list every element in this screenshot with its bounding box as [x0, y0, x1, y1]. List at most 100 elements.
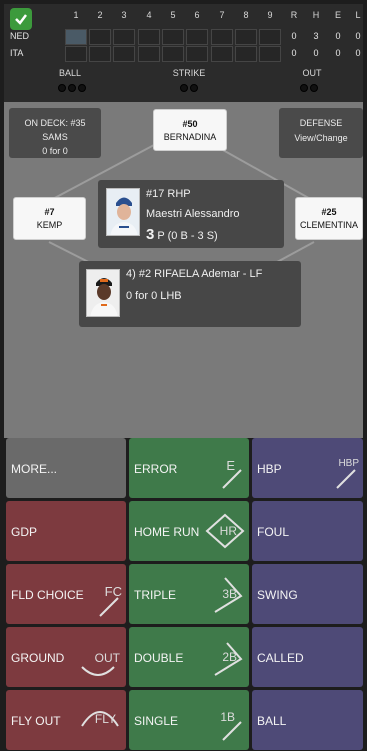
home-run-button[interactable]: HOME RUN HR: [129, 501, 249, 561]
button-label: MORE...: [11, 462, 58, 476]
inning-cell: [113, 29, 135, 45]
inning-cell: [138, 46, 160, 62]
button-label: FOUL: [257, 525, 290, 539]
field-view: ON DECK: #35 SAMS 0 for 0 #50 BERNADINA …: [4, 102, 363, 438]
single-button[interactable]: SINGLE 1B: [129, 690, 249, 750]
inning-cell: [113, 46, 135, 62]
team-name-home: ITA: [10, 48, 24, 58]
inning-cell: [186, 46, 208, 62]
inning-cell: [138, 29, 160, 45]
hr-icon: HR: [219, 524, 237, 538]
home-runs: 0: [291, 48, 297, 58]
fielder-number: #25: [321, 207, 337, 217]
ball-dot: [58, 84, 66, 92]
inning-cell: [162, 29, 184, 45]
out-indicators: [300, 84, 318, 92]
batter-card[interactable]: 4) #2 RIFAELA Ademar - LF 0 for 0 LHB: [79, 261, 301, 327]
button-label: BALL: [257, 714, 287, 728]
button-label: GDP: [11, 525, 38, 539]
error-button[interactable]: ERROR E: [129, 438, 249, 498]
ball-label: BALL: [58, 68, 82, 78]
called-button[interactable]: CALLED: [252, 627, 363, 687]
slash-icon: [222, 469, 242, 489]
third-base-fielder[interactable]: #7 KEMP: [13, 197, 86, 240]
out-label: OUT: [302, 68, 322, 78]
button-label: ERROR: [134, 462, 178, 476]
fielder-name: KEMP: [36, 220, 63, 230]
fielders-choice-button[interactable]: FLD CHOICE FC: [6, 564, 126, 624]
on-deck-box[interactable]: ON DECK: #35 SAMS 0 for 0: [9, 108, 101, 158]
strike-dot: [180, 84, 188, 92]
button-label: SWING: [257, 588, 298, 602]
fly-icon: FLY: [94, 712, 116, 726]
fielder-name: CLEMENTINA: [299, 220, 358, 230]
slash-icon: [99, 597, 119, 617]
button-label: SINGLE: [134, 714, 179, 728]
out-dot: [300, 84, 308, 92]
batter-photo: [86, 269, 120, 317]
second-base-fielder[interactable]: #50 BERNADINA: [153, 109, 227, 151]
inning-cell: [89, 46, 111, 62]
scoreboard: 1 2 3 4 5 6 7 8 9 R H E L NED ITA 0 3 0 …: [4, 4, 363, 102]
fielder-number: #50: [182, 119, 198, 129]
inning-cell: [235, 29, 257, 45]
fly-out-button[interactable]: FLY OUT FLY: [6, 690, 126, 750]
button-label: TRIPLE: [134, 588, 177, 602]
inning-cell: [162, 46, 184, 62]
pitcher-photo: [106, 188, 140, 236]
on-deck-name: SAMS: [42, 132, 68, 142]
swing-button[interactable]: SWING: [252, 564, 363, 624]
hbp-button[interactable]: HBP HBP: [252, 438, 363, 498]
triple-button[interactable]: TRIPLE 3B: [129, 564, 249, 624]
button-label: FLD CHOICE: [11, 588, 84, 602]
fielder-name: BERNADINA: [163, 132, 217, 142]
strike-indicators: [180, 84, 198, 92]
defense-action: View/Change: [294, 133, 348, 143]
button-label: HBP: [257, 462, 282, 476]
triple-icon: 3B: [222, 587, 237, 601]
foul-button[interactable]: FOUL: [252, 501, 363, 561]
first-base-fielder[interactable]: #25 CLEMENTINA: [295, 197, 363, 240]
pitch-count: 3: [146, 226, 155, 243]
on-deck-stat: 0 for 0: [42, 146, 68, 156]
double-icon: 2B: [222, 650, 237, 664]
rhe-header: R H E L: [4, 10, 363, 24]
home-hits: 0: [313, 48, 319, 58]
pitcher-card[interactable]: #17 RHP Maestri Alessandro 3 P (0 B - 3 …: [98, 180, 284, 248]
lob-header: L: [355, 10, 361, 20]
button-label: DOUBLE: [134, 651, 184, 665]
inning-cell: [89, 29, 111, 45]
batter-lineup: 4) #2 RIFAELA Ademar - LF: [126, 268, 263, 280]
batter-stat: 0 for 0 LHB: [126, 290, 182, 302]
inning-cell: [235, 46, 257, 62]
strike-dot: [190, 84, 198, 92]
on-deck-title: ON DECK: #35: [24, 118, 86, 128]
double-button[interactable]: DOUBLE 2B: [129, 627, 249, 687]
defense-title: DEFENSE: [299, 118, 343, 128]
button-label: HOME RUN: [134, 525, 200, 539]
fielder-number: #7: [44, 207, 55, 217]
slash-icon: [336, 469, 356, 489]
out-dot: [310, 84, 318, 92]
defense-button[interactable]: DEFENSE View/Change: [279, 108, 363, 158]
ground-out-button[interactable]: GROUND OUT: [6, 627, 126, 687]
ball-indicators: [58, 84, 86, 92]
inning-cell: [211, 29, 233, 45]
inning-cell: [259, 46, 281, 62]
ground-arc-icon: [81, 666, 115, 676]
hits-header: H: [312, 10, 320, 20]
inning-cell: [65, 46, 87, 62]
inning-cell: [211, 46, 233, 62]
ball-dot: [68, 84, 76, 92]
pitcher-name: Maestri Alessandro: [146, 208, 240, 220]
button-label: GROUND: [11, 651, 65, 665]
gdp-button[interactable]: GDP: [6, 501, 126, 561]
inning-cell: [65, 29, 87, 45]
ball-button[interactable]: BALL: [252, 690, 363, 750]
button-label: FLY OUT: [11, 714, 61, 728]
away-lob: 0: [355, 31, 361, 41]
more-button[interactable]: MORE...: [6, 438, 126, 498]
slash-icon: [222, 721, 242, 741]
team-name-away: NED: [10, 31, 30, 41]
strike-label: STRIKE: [172, 68, 206, 78]
